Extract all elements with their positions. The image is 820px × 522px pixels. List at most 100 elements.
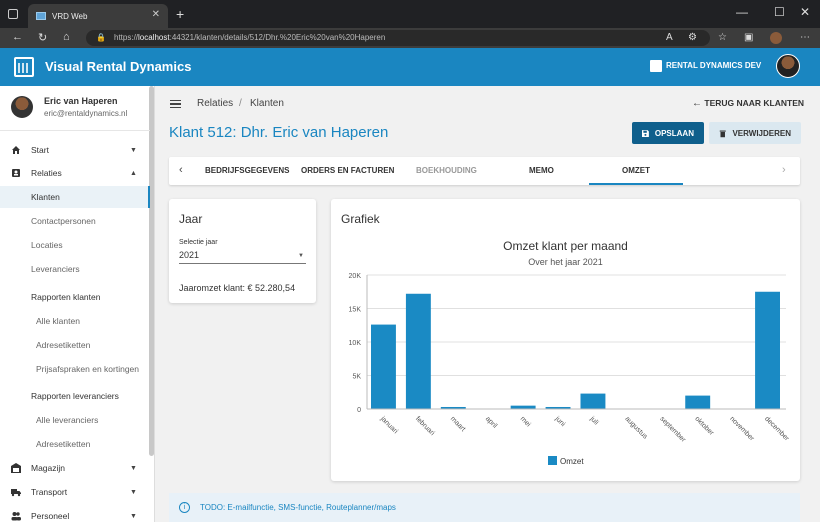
save-button-label: OPSLAAN (654, 128, 694, 138)
favorites-icon[interactable]: ☆ (718, 32, 727, 43)
window-menu-icon[interactable] (8, 9, 18, 19)
x-tick-label: april (484, 415, 499, 430)
sidebar-item-transport[interactable]: Transport ▼ (0, 481, 150, 503)
profile-avatar[interactable] (770, 32, 782, 44)
y-tick-label: 10K (349, 340, 362, 347)
lock-icon: 🔒 (96, 33, 106, 42)
more-options-icon[interactable]: ⋯ (800, 32, 810, 43)
truck-icon (11, 489, 21, 497)
new-tab-icon[interactable]: + (176, 6, 184, 22)
collections-icon[interactable]: ▣ (744, 32, 753, 43)
sidebar-item-alle-klanten[interactable]: Alle klanten (0, 310, 150, 332)
chevron-left-icon[interactable]: ‹ (179, 164, 183, 176)
browser-tab-strip: VRD Web ✕ + — ☐ ✕ (0, 0, 820, 28)
app-favicon-icon (36, 12, 46, 20)
sidebar: Eric van Haperen eric@rentaldynamics.nl … (0, 86, 155, 522)
delete-button[interactable]: VERWIJDEREN (709, 122, 801, 144)
tab-boekhouding: BOEKHOUDING (416, 166, 477, 175)
minimize-icon[interactable]: — (736, 5, 748, 19)
trash-icon (719, 130, 726, 137)
breadcrumb-klanten[interactable]: Klanten (250, 98, 284, 109)
x-tick-label: oktober (693, 415, 715, 437)
sidebar-divider (0, 130, 150, 131)
breadcrumb-relaties[interactable]: Relaties (197, 98, 233, 109)
browser-tab[interactable]: VRD Web ✕ (28, 4, 168, 28)
user-name: Eric van Haperen (44, 96, 118, 106)
chevron-down-icon: ▼ (130, 146, 137, 154)
calendar-logo-icon[interactable] (14, 57, 34, 77)
read-aloud-icon[interactable]: A (666, 32, 673, 43)
floppy-disk-icon (642, 129, 649, 137)
close-window-icon[interactable]: ✕ (800, 5, 810, 19)
refresh-icon[interactable]: ↻ (38, 31, 47, 44)
tab-memo[interactable]: MEMO (529, 166, 554, 175)
sidebar-item-adresetiketten-klanten[interactable]: Adresetiketten (0, 334, 150, 356)
x-tick-label: september (658, 415, 687, 444)
year-card-title: Jaar (179, 212, 203, 226)
sidebar-item-prijsafspraken[interactable]: Prijsafspraken en kortingen (0, 358, 150, 380)
x-tick-label: november (728, 415, 755, 442)
x-tick-label: juli (588, 415, 600, 427)
sidebar-item-label: Personeel (31, 511, 70, 521)
tab-bar: ‹ BEDRIJFSGEGEVENS ORDERS EN FACTUREN BO… (169, 157, 800, 185)
y-tick-label: 5K (352, 374, 361, 381)
header-avatar[interactable] (776, 54, 800, 78)
tab-bedrijfsgegevens[interactable]: BEDRIJFSGEGEVENS (205, 166, 289, 175)
save-button[interactable]: OPSLAAN (632, 122, 704, 144)
y-tick-label: 0 (357, 407, 361, 414)
avatar (11, 96, 33, 118)
sidebar-item-locaties[interactable]: Locaties (0, 234, 150, 256)
active-tab-indicator (589, 183, 683, 185)
home-browser-icon[interactable]: ⌂ (63, 31, 70, 43)
chevron-down-icon: ▼ (130, 512, 137, 520)
y-tick-label: 20K (349, 273, 362, 280)
x-tick-label: februari (414, 415, 436, 437)
year-select-value: 2021 (179, 250, 200, 260)
app-title[interactable]: Visual Rental Dynamics (45, 59, 191, 74)
year-select[interactable]: 2021 ▼ (179, 250, 306, 264)
x-tick-label: juni (553, 415, 567, 429)
chart-card: Grafiek Omzet klant per maand Over het j… (331, 199, 800, 481)
maximize-icon[interactable]: ☐ (774, 5, 785, 19)
sidebar-item-alle-leveranciers[interactable]: Alle leveranciers (0, 409, 150, 431)
tab-orders-en-facturen[interactable]: ORDERS EN FACTUREN (301, 166, 394, 175)
sidebar-item-personeel[interactable]: Personeel ▼ (0, 505, 150, 522)
warehouse-icon (11, 463, 21, 473)
todo-info-bar: i TODO: E-mailfunctie, SMS-functie, Rout… (169, 493, 800, 522)
bar-juli (580, 393, 606, 409)
menu-icon[interactable] (170, 100, 181, 108)
chevron-down-icon: ▼ (130, 464, 137, 472)
x-tick-label: januari (378, 415, 399, 436)
bar-december (755, 291, 780, 409)
sidebar-item-label: Magazijn (31, 463, 66, 473)
url-host: localhost (138, 33, 170, 42)
legend-label-omzet: Omzet (560, 457, 584, 466)
sidebar-item-leveranciers[interactable]: Leveranciers (0, 258, 150, 280)
sidebar-item-label: Prijsafspraken en kortingen (36, 364, 140, 374)
sidebar-section-label: Rapporten klanten (31, 292, 101, 302)
contact-card-icon (12, 169, 20, 177)
back-icon[interactable]: ← (12, 31, 23, 43)
tab-omzet[interactable]: OMZET (622, 166, 650, 175)
address-bar: ← ↻ ⌂ 🔒 https://localhost:44321/klanten/… (0, 28, 820, 48)
sidebar-item-magazijn[interactable]: Magazijn ▼ (0, 457, 150, 479)
sidebar-item-relaties[interactable]: Relaties ▲ (0, 162, 150, 184)
sidebar-item-start[interactable]: Start ▼ (0, 139, 150, 161)
environment-label: RENTAL DYNAMICS DEV (666, 61, 762, 70)
info-text: TODO: E-mailfunctie, SMS-functie, Routep… (200, 503, 396, 512)
user-email: eric@rentaldynamics.nl (44, 109, 128, 118)
sidebar-item-contactpersonen[interactable]: Contactpersonen (0, 210, 150, 232)
back-to-klanten-link[interactable]: ← TERUG NAAR KLANTEN (692, 98, 804, 109)
chevron-right-icon[interactable]: › (782, 164, 786, 176)
browser-tab-title: VRD Web (52, 11, 88, 21)
page-title: Klant 512: Dhr. Eric van Haperen (169, 124, 389, 141)
sidebar-item-label: Alle leveranciers (36, 415, 99, 425)
close-tab-icon[interactable]: ✕ (152, 9, 160, 20)
sidebar-item-label: Adresetiketten (36, 340, 91, 350)
bar-januari (371, 324, 396, 409)
sidebar-item-klanten[interactable]: Klanten (0, 186, 150, 208)
delete-button-label: VERWIJDEREN (732, 128, 791, 138)
url-input[interactable]: 🔒 https://localhost:44321/klanten/detail… (86, 30, 710, 46)
extension-icon[interactable]: ⚙ (688, 32, 697, 43)
sidebar-item-adresetiketten-leveranciers[interactable]: Adresetiketten (0, 433, 150, 455)
